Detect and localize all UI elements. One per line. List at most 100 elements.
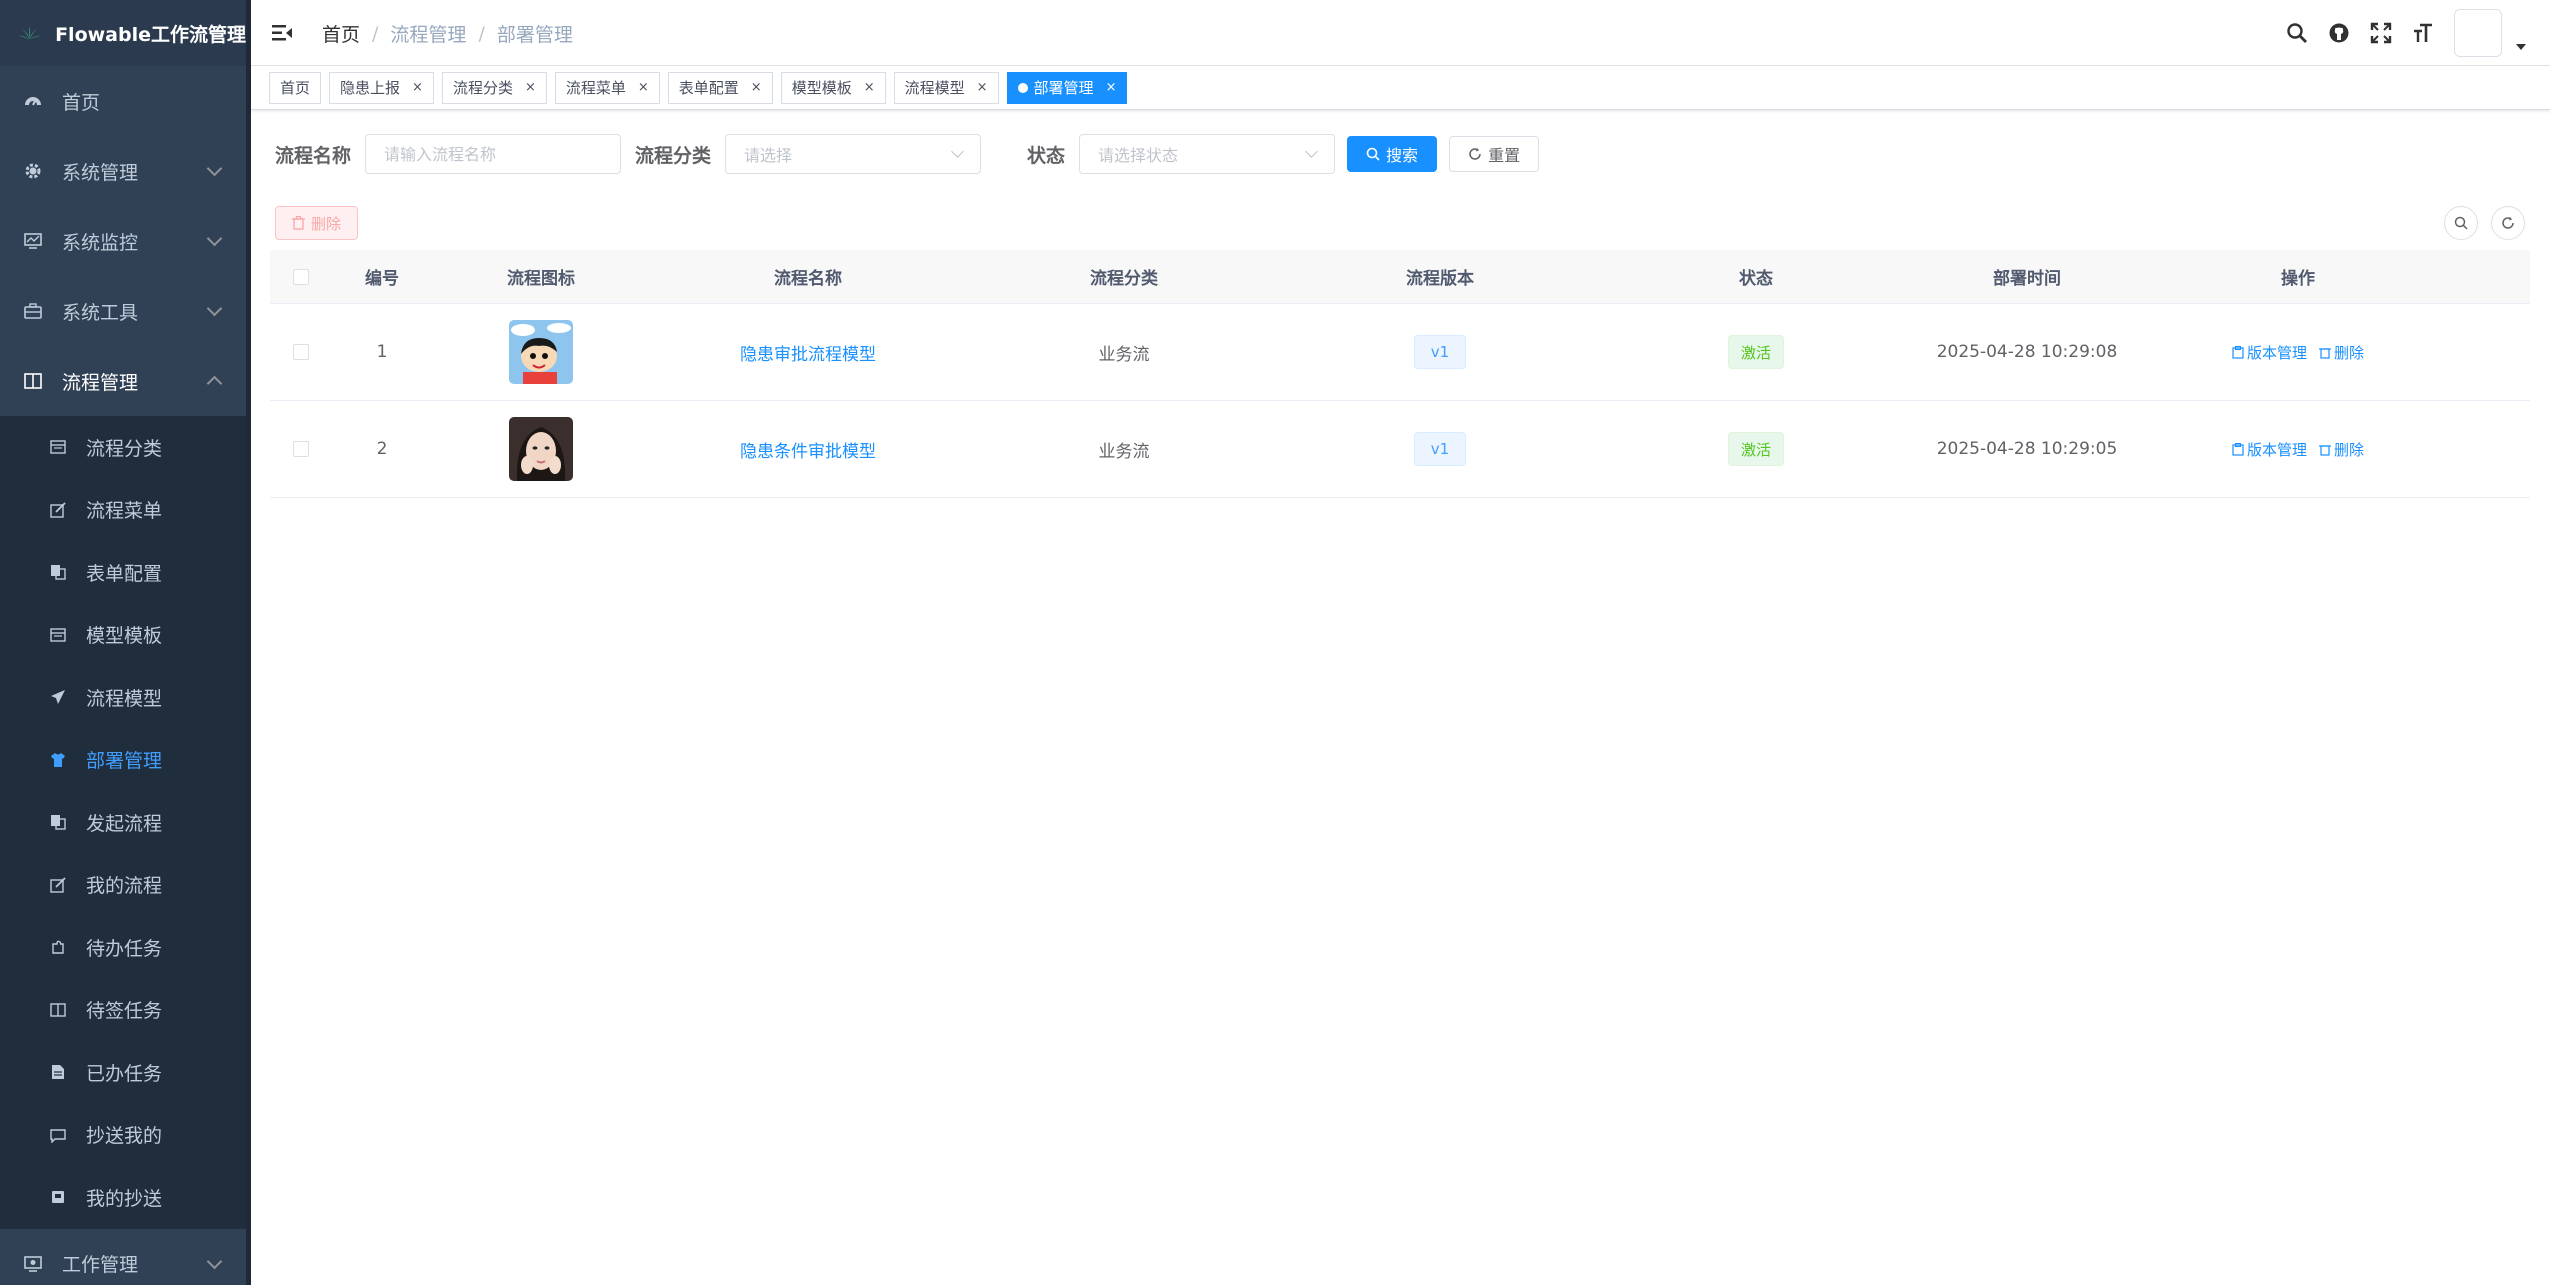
sidebar-item-home[interactable]: 首页 (0, 66, 246, 136)
flow-thumbnail-image[interactable] (509, 417, 573, 481)
version-management-button[interactable]: 版本管理 (2232, 439, 2307, 460)
sidebar-item-done-task[interactable]: 已办任务 (0, 1041, 246, 1104)
sidebar-item-flow-model[interactable]: 流程模型 (0, 666, 246, 729)
sidebar-item-flow-category[interactable]: 流程分类 (0, 416, 246, 479)
select-all-checkbox[interactable] (293, 268, 309, 285)
tag-label: 部署管理 (1033, 79, 1094, 97)
trash-icon (292, 216, 305, 230)
avatar[interactable] (2454, 9, 2502, 57)
close-icon[interactable]: × (751, 80, 762, 95)
sidebar-item-start-flow[interactable]: 发起流程 (0, 791, 246, 854)
flow-name-label: 流程名称 (275, 144, 352, 167)
tags-view: 首页 隐患上报 × 流程分类 × 流程菜单 × 表单配置 × 模型模板 × 流程模型 × 部… (251, 66, 2550, 110)
close-icon[interactable]: × (412, 80, 423, 95)
column-header: 流程名称 (774, 269, 842, 289)
sidebar-item-label: 表单配置 (86, 562, 163, 585)
sidebar-item-model-template[interactable]: 模型模板 (0, 604, 246, 667)
delete-row-button[interactable]: 删除 (2319, 439, 2364, 460)
sidebar-item-my-cc[interactable]: 我的抄送 (0, 1166, 246, 1229)
delete-button[interactable]: 删除 (275, 206, 359, 240)
row-checkbox[interactable] (293, 441, 309, 457)
navbar-right-menu (2276, 0, 2550, 66)
clipboard-icon (2232, 442, 2244, 456)
sidebar-item-label: 系统管理 (62, 161, 139, 184)
breadcrumb-item: 流程管理 (390, 24, 467, 46)
sidebar-item-cc-me[interactable]: 抄送我的 (0, 1104, 246, 1167)
flow-sub-menu: 流程分类 流程菜单 表单配置 模型模板 流程模型 部署管理 发起流程 我的流程 (0, 416, 246, 1229)
toggle-search-button[interactable] (2444, 206, 2478, 240)
sidebar-item-todo-task[interactable]: 待办任务 (0, 916, 246, 979)
sidebar-item-system[interactable]: 系统管理 (0, 136, 246, 206)
chevron-down-icon (206, 300, 223, 317)
clipboard-icon (2232, 345, 2244, 359)
flow-name-input[interactable] (365, 134, 622, 174)
app-title: Flowable工作流管理 (55, 23, 246, 46)
sidebar-item-flow-management[interactable]: 流程管理 (0, 346, 246, 416)
close-icon[interactable]: × (1106, 80, 1117, 95)
sidebar-item-monitor[interactable]: 系统监控 (0, 206, 246, 276)
column-header: 状态 (1739, 269, 1773, 289)
flow-name-link[interactable]: 隐患审批流程模型 (650, 340, 966, 365)
github-icon[interactable] (2318, 12, 2360, 54)
deploy-time: 2025-04-28 10:29:05 (1936, 439, 2118, 459)
tag-flow-model[interactable]: 流程模型 × (893, 71, 999, 104)
refresh-table-button[interactable] (2491, 206, 2525, 240)
search-button-label: 搜索 (1386, 146, 1419, 165)
sidebar-item-my-flow[interactable]: 我的流程 (0, 854, 246, 917)
close-icon[interactable]: × (977, 80, 988, 95)
tag-label: 隐患上报 (340, 79, 401, 97)
close-icon[interactable]: × (864, 80, 875, 95)
search-button[interactable]: 搜索 (1347, 136, 1438, 172)
trash-icon (2319, 443, 2331, 456)
close-icon[interactable]: × (525, 80, 536, 95)
status-badge: 激活 (1727, 335, 1784, 369)
sidebar-logo[interactable]: Flowable工作流管理 (0, 0, 246, 66)
tag-form-config[interactable]: 表单配置 × (667, 71, 773, 104)
caret-down-icon[interactable] (2516, 44, 2526, 50)
active-dot-icon (1017, 82, 1028, 93)
sidebar-item-flow-menu[interactable]: 流程菜单 (0, 479, 246, 542)
reset-button[interactable]: 重置 (1449, 136, 1540, 172)
flow-category: 业务流 (1098, 344, 1150, 365)
breadcrumb-home[interactable]: 首页 (322, 20, 360, 47)
table-header: 编号 流程图标 流程名称 流程分类 流程版本 状态 部署时间 操作 (270, 250, 2530, 304)
operations-cell: 版本管理 删除 (2140, 439, 2456, 460)
flow-thumbnail-image[interactable] (509, 320, 573, 384)
hamburger-icon[interactable] (271, 22, 293, 44)
row-checkbox[interactable] (293, 344, 309, 360)
sidebar-item-tools[interactable]: 系统工具 (0, 276, 246, 346)
tag-hazard-report[interactable]: 隐患上报 × (329, 71, 434, 104)
close-icon[interactable]: × (638, 80, 649, 95)
operations-cell: 版本管理 删除 (2140, 342, 2456, 363)
sidebar-item-deploy-management[interactable]: 部署管理 (0, 729, 246, 792)
version-management-button[interactable]: 版本管理 (2232, 342, 2307, 363)
flow-name-link[interactable]: 隐患条件审批模型 (650, 437, 966, 462)
fullscreen-icon[interactable] (2360, 12, 2402, 54)
tag-deploy-management[interactable]: 部署管理 × (1006, 71, 1128, 104)
font-size-icon[interactable] (2402, 12, 2444, 54)
version-tag: v1 (1413, 335, 1467, 369)
sidebar-item-claim-task[interactable]: 待签任务 (0, 979, 246, 1042)
sidebar-item-form-config[interactable]: 表单配置 (0, 541, 246, 604)
delete-row-button[interactable]: 删除 (2319, 342, 2364, 363)
status-cell: 激活 (1598, 432, 1914, 466)
status-select[interactable]: 请选择状态 (1079, 134, 1336, 174)
tag-label: 模型模板 (791, 79, 852, 97)
tag-label: 表单配置 (678, 79, 739, 97)
breadcrumb-separator: / (372, 22, 379, 45)
tag-model-template[interactable]: 模型模板 × (780, 71, 886, 104)
sidebar-item-label: 抄送我的 (86, 1125, 163, 1148)
message-icon (50, 1127, 66, 1143)
row-id: 2 (376, 439, 388, 459)
sidebar: Flowable工作流管理 首页 系统管理 系统监控 系统工具 流程管理 流程分… (0, 0, 246, 1285)
version-cell: v1 (1282, 335, 1598, 369)
deploy-time: 2025-04-28 10:29:08 (1936, 342, 2118, 362)
flow-category-select[interactable]: 请选择 (725, 134, 982, 174)
refresh-icon (1468, 147, 1482, 161)
tag-flow-menu[interactable]: 流程菜单 × (554, 71, 660, 104)
sidebar-item-work-management[interactable]: 工作管理 (0, 1229, 246, 1285)
search-icon[interactable] (2276, 12, 2318, 54)
status-label: 状态 (1027, 144, 1066, 167)
tag-home[interactable]: 首页 (269, 71, 322, 104)
tag-flow-category[interactable]: 流程分类 × (441, 71, 547, 104)
